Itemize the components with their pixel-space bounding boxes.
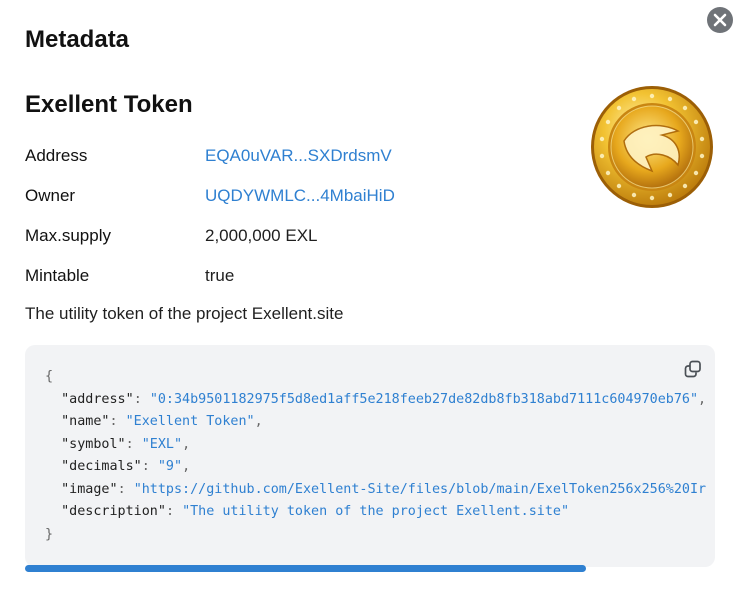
property-row-address: Address EQA0uVAR...SXDrdsmV <box>25 136 565 176</box>
json-open-brace: { <box>45 369 54 384</box>
property-row-max-supply: Max.supply 2,000,000 EXL <box>25 216 565 256</box>
owner-link[interactable]: UQDYWMLC...4MbaiHiD <box>205 186 395 206</box>
property-key: Address <box>25 146 88 165</box>
json-key: "image" <box>61 481 118 497</box>
token-properties: Address EQA0uVAR...SXDrdsmV Owner UQDYWM… <box>25 136 565 296</box>
scrollbar-thumb[interactable] <box>25 565 586 572</box>
json-key: "description" <box>61 504 166 519</box>
close-button[interactable] <box>707 7 733 33</box>
token-name: Exellent Token <box>25 91 193 118</box>
json-key: "symbol" <box>61 436 126 452</box>
property-key: Max.supply <box>25 226 111 245</box>
close-icon <box>713 13 727 27</box>
metadata-modal: Metadata Exellent Token Address EQA0uVAR… <box>0 0 739 599</box>
json-key: "address" <box>61 391 134 407</box>
gold-coin-logo <box>591 86 713 208</box>
token-description: The utility token of the project Exellen… <box>25 304 344 323</box>
max-supply-value: 2,000,000 EXL <box>205 226 318 245</box>
json-code-block[interactable]: { "address": "0:34b9501182975f5d8ed1aff5… <box>25 345 715 567</box>
property-row-owner: Owner UQDYWMLC...4MbaiHiD <box>25 176 565 216</box>
json-value: "https://github.com/Exellent-Site/files/… <box>133 481 707 497</box>
json-value: "The utility token of the project Exelle… <box>182 504 570 519</box>
property-key: Mintable <box>25 266 90 285</box>
property-row-mintable: Mintable true <box>25 256 565 296</box>
json-value: "Exellent Token" <box>125 414 255 429</box>
address-link[interactable]: EQA0uVAR...SXDrdsmV <box>205 146 392 166</box>
json-value: "0:34b9501182975f5d8ed1aff5e218feeb27de8… <box>149 391 699 407</box>
property-key: Owner <box>25 186 76 205</box>
json-close-brace: } <box>45 526 54 542</box>
json-code: { "address": "0:34b9501182975f5d8ed1aff5… <box>45 369 707 542</box>
json-key: "decimals" <box>61 459 142 474</box>
json-value: "EXL" <box>141 436 183 452</box>
mintable-value: true <box>205 266 235 285</box>
json-value: "9" <box>157 459 183 474</box>
horizontal-scrollbar[interactable] <box>25 565 715 572</box>
json-key: "name" <box>61 414 110 429</box>
modal-title: Metadata <box>25 26 130 53</box>
